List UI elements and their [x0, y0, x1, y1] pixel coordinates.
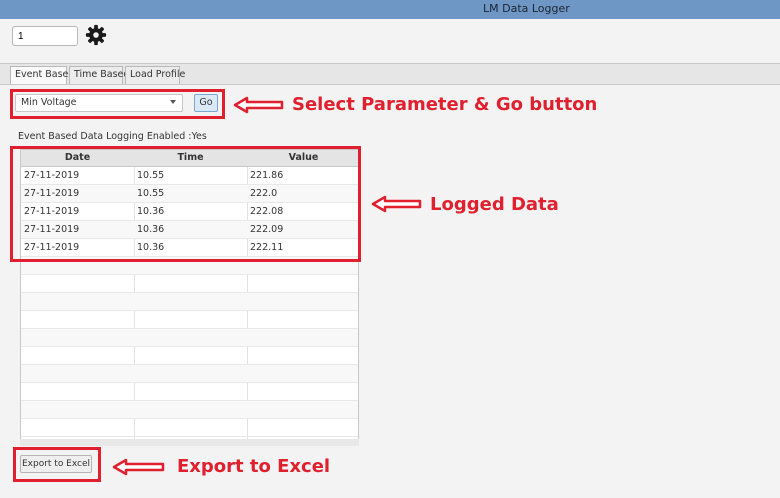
window-title: LM Data Logger	[483, 2, 570, 15]
title-bar: LM Data Logger	[0, 0, 780, 19]
empty-row	[21, 347, 358, 365]
annotation-box-select	[10, 89, 225, 119]
annotation-box-logged-data	[10, 146, 361, 262]
arrow-left-icon	[233, 96, 284, 114]
annotation-export: Export to Excel	[177, 456, 331, 477]
empty-row	[21, 401, 358, 419]
empty-row	[21, 383, 358, 401]
empty-row	[21, 275, 358, 293]
tab-load-profile[interactable]: Load Profile	[125, 66, 185, 84]
empty-row	[21, 329, 358, 347]
empty-row	[21, 311, 358, 329]
logging-status: Event Based Data Logging Enabled :Yes	[18, 131, 207, 142]
arrow-left-icon	[112, 458, 165, 476]
annotation-logged-data: Logged Data	[430, 194, 559, 215]
horizontal-scrollbar[interactable]	[20, 439, 359, 446]
arrow-left-icon	[371, 195, 422, 213]
tab-time-based[interactable]: Time Based	[69, 66, 129, 84]
empty-row	[21, 419, 358, 437]
id-input[interactable]	[12, 26, 78, 46]
annotation-box-export	[13, 447, 101, 482]
empty-row	[21, 365, 358, 383]
annotation-select-go: Select Parameter & Go button	[292, 94, 598, 115]
tab-event-based[interactable]: Event Based	[10, 66, 74, 84]
gear-icon[interactable]	[85, 24, 107, 46]
empty-row	[21, 293, 358, 311]
